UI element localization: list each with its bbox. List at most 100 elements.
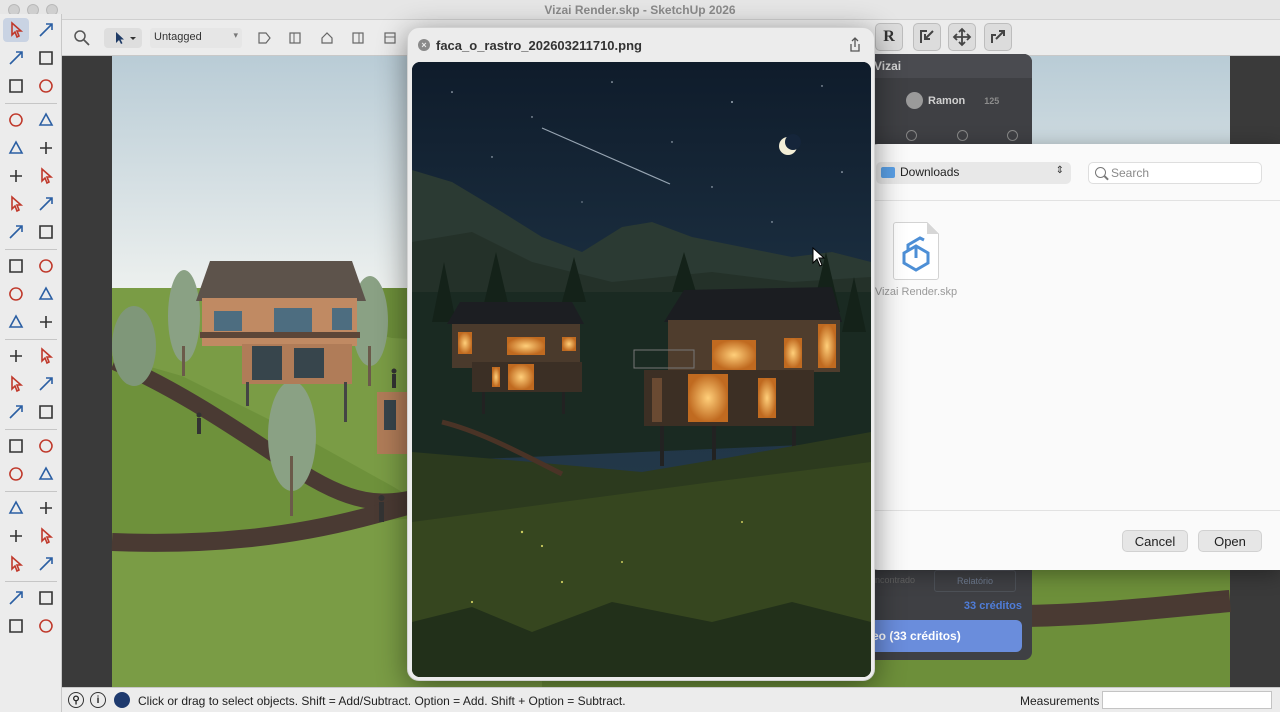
select-tool-icon[interactable] <box>3 18 29 42</box>
follow-me-tool-icon[interactable] <box>33 282 59 306</box>
sketchup-file-icon <box>893 222 939 280</box>
dimension-tool-icon[interactable] <box>3 344 29 368</box>
paint-bucket-tool-icon[interactable] <box>3 46 29 70</box>
render-r-icon[interactable]: R <box>875 23 903 51</box>
export-icon[interactable] <box>984 23 1012 51</box>
tag-select-value: Untagged <box>154 31 202 43</box>
previous-tool-icon[interactable] <box>33 524 59 548</box>
two-point-arc-tool-icon[interactable] <box>3 220 29 244</box>
tool-separator <box>5 429 57 430</box>
open-button[interactable]: Open <box>1198 530 1262 552</box>
offset-tool-icon[interactable] <box>33 310 59 334</box>
eraser-tool-icon[interactable] <box>33 46 59 70</box>
vizai-credits-text: 33 créditos <box>963 600 1022 612</box>
file-name: Vizai Render.skp <box>874 286 958 298</box>
circle-tool-icon[interactable] <box>3 164 29 188</box>
search-input[interactable]: Search <box>1088 162 1262 184</box>
three-point-arc-tool-icon[interactable] <box>33 220 59 244</box>
night-cabin-render <box>412 62 871 677</box>
vizai-mode-icons <box>906 130 1018 141</box>
pencil-tool-icon[interactable] <box>3 108 29 132</box>
circle-icon[interactable] <box>956 130 968 141</box>
rotated-rectangle-tool-icon[interactable] <box>33 136 59 160</box>
measurements-field[interactable] <box>1102 691 1272 709</box>
divider <box>866 200 1280 201</box>
freehand-tool-icon[interactable] <box>33 108 59 132</box>
cancel-button[interactable]: Cancel <box>1122 530 1188 552</box>
protractor-tool-icon[interactable] <box>33 372 59 396</box>
select-tool-dropdown[interactable] <box>104 28 142 48</box>
styles-tool-icon[interactable] <box>33 614 59 638</box>
vizai-header: Vizai <box>862 54 1032 78</box>
tree <box>112 306 156 386</box>
3d-text-tool-icon[interactable] <box>33 400 59 424</box>
status-bar: ⚲ i Click or drag to select objects. Shi… <box>62 687 1280 712</box>
mouse-pointer-icon <box>812 247 826 267</box>
avatar <box>906 92 923 109</box>
location-select[interactable]: Downloads ⇕ <box>876 162 1071 184</box>
position-camera-tool-icon[interactable] <box>3 552 29 576</box>
check-circle-icon[interactable] <box>906 130 917 141</box>
tape-tool-icon[interactable] <box>33 74 59 98</box>
info-icon[interactable]: i <box>90 692 106 708</box>
vizai-user-name: Ramon <box>928 94 966 107</box>
vizai-render-button[interactable]: eo (33 créditos) <box>862 620 1022 652</box>
axes-tool-icon[interactable] <box>3 400 29 424</box>
arc-tool-icon[interactable] <box>3 192 29 216</box>
quicklook-window: × faca_o_rastro_202603211710.png <box>407 27 875 681</box>
pinned-tool-icon[interactable] <box>33 586 59 610</box>
sandbox-tool-icon[interactable] <box>3 614 29 638</box>
quicklook-filename: faca_o_rastro_202603211710.png <box>436 38 642 53</box>
home-view-icon[interactable] <box>317 28 337 48</box>
front-view-icon[interactable] <box>348 28 368 48</box>
walk-tool-icon[interactable] <box>33 552 59 576</box>
tape-measure-tool-icon[interactable] <box>3 372 29 396</box>
geo-location-icon[interactable]: ⚲ <box>68 692 84 708</box>
clock-icon[interactable] <box>1007 130 1018 141</box>
zoom-extents-icon[interactable] <box>948 23 976 51</box>
measurements-label: Measurements <box>1020 694 1100 708</box>
vizai-credit-badge: 125 <box>984 95 1000 106</box>
status-hint-text: Click or drag to select objects. Shift =… <box>138 694 626 708</box>
import-icon[interactable] <box>913 23 941 51</box>
chevron-down-icon: ▾ <box>233 30 238 40</box>
search-placeholder: Search <box>1111 166 1150 180</box>
lasso-tool-icon[interactable] <box>33 18 59 42</box>
components-tool-icon[interactable] <box>3 74 29 98</box>
zoom-window-tool-icon[interactable] <box>33 496 59 520</box>
tag-tool-icon[interactable] <box>254 28 274 48</box>
close-icon[interactable]: × <box>418 39 430 51</box>
person-figure <box>391 368 397 388</box>
share-icon[interactable] <box>848 37 862 53</box>
user-account-icon[interactable] <box>114 692 130 708</box>
move-tool-icon[interactable] <box>3 254 29 278</box>
orbit-tool-icon[interactable] <box>3 434 29 458</box>
section-fill-tool-icon[interactable] <box>33 462 59 486</box>
push-pull-tool-icon[interactable] <box>33 254 59 278</box>
tag-select[interactable]: Untagged ▾ <box>150 28 242 48</box>
window-title: Vizai Render.skp - SketchUp 2026 <box>544 3 736 17</box>
tool-separator <box>5 339 57 340</box>
tool-separator <box>5 491 57 492</box>
pan-tool-icon[interactable] <box>33 434 59 458</box>
iso-view-icon[interactable] <box>285 28 305 48</box>
search-icon[interactable] <box>72 28 92 48</box>
pie-tool-icon[interactable] <box>33 192 59 216</box>
side-view-icon[interactable] <box>380 28 400 48</box>
window-titlebar: Vizai Render.skp - SketchUp 2026 <box>0 0 1280 20</box>
file-item[interactable]: Vizai Render.skp <box>866 222 966 298</box>
person-figure <box>196 412 202 434</box>
scale-tool-icon[interactable] <box>3 310 29 334</box>
vizai-user[interactable]: Ramon 125 <box>906 92 999 109</box>
rectangle-tool-icon[interactable] <box>3 136 29 160</box>
rotate-tool-icon[interactable] <box>3 282 29 306</box>
section-plane-tool-icon[interactable] <box>3 462 29 486</box>
text-tool-icon[interactable] <box>33 344 59 368</box>
zoom-extents-tool-icon[interactable] <box>3 524 29 548</box>
look-around-tool-icon[interactable] <box>3 586 29 610</box>
cabin-model-partial <box>377 392 407 454</box>
vizai-tab-relatorio[interactable]: Relatório <box>934 570 1016 592</box>
zoom-tool-icon[interactable] <box>3 496 29 520</box>
vizai-title: Vizai <box>874 59 902 73</box>
polygon-tool-icon[interactable] <box>33 164 59 188</box>
